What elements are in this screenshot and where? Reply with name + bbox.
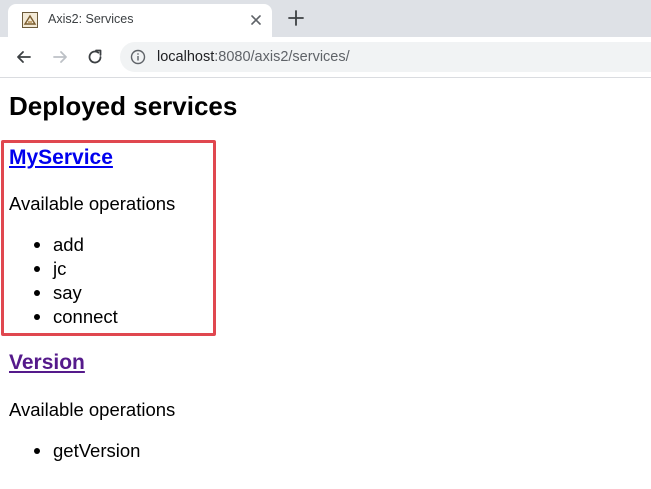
list-item: connect bbox=[0, 305, 118, 329]
tab-strip: Axis2: Services bbox=[0, 0, 651, 37]
service-link-version[interactable]: Version bbox=[9, 351, 85, 375]
operations-label: Available operations bbox=[9, 193, 176, 214]
bullet bbox=[34, 290, 40, 296]
operation-name: say bbox=[53, 282, 82, 303]
bullet bbox=[34, 448, 40, 454]
url-host: localhost bbox=[157, 49, 215, 65]
bullet bbox=[34, 314, 40, 320]
reload-icon[interactable] bbox=[85, 47, 105, 67]
operation-name: add bbox=[53, 234, 84, 255]
arrow-right-icon[interactable] bbox=[50, 47, 70, 67]
plus-icon[interactable] bbox=[286, 8, 306, 28]
info-icon[interactable] bbox=[130, 49, 146, 65]
url-path: :8080/axis2/services/ bbox=[214, 49, 350, 65]
browser-toolbar: localhost:8080/axis2/services/ bbox=[0, 37, 651, 78]
operations-label: Available operations bbox=[9, 399, 176, 420]
close-icon[interactable] bbox=[248, 12, 264, 28]
service-link-myservice[interactable]: MyService bbox=[9, 146, 113, 170]
bullet bbox=[34, 266, 40, 272]
operations-list: add jc say connect bbox=[0, 233, 118, 329]
tab-title: Axis2: Services bbox=[48, 12, 134, 26]
operations-list: getVersion bbox=[0, 439, 140, 463]
browser-tab[interactable]: Axis2: Services bbox=[8, 4, 272, 37]
page-title: Deployed services bbox=[9, 91, 238, 121]
axis2-favicon-icon bbox=[22, 12, 38, 28]
list-item: add bbox=[0, 233, 118, 257]
url-text: localhost:8080/axis2/services/ bbox=[157, 49, 350, 65]
list-item: say bbox=[0, 281, 118, 305]
arrow-left-icon[interactable] bbox=[14, 47, 34, 67]
address-bar[interactable]: localhost:8080/axis2/services/ bbox=[120, 42, 651, 72]
list-item: getVersion bbox=[0, 439, 140, 463]
operation-name: connect bbox=[53, 306, 118, 327]
bullet bbox=[34, 242, 40, 248]
list-item: jc bbox=[0, 257, 118, 281]
operation-name: jc bbox=[53, 258, 67, 279]
operation-name: getVersion bbox=[53, 440, 141, 461]
page-content: Deployed services MyService Available op… bbox=[0, 78, 651, 489]
